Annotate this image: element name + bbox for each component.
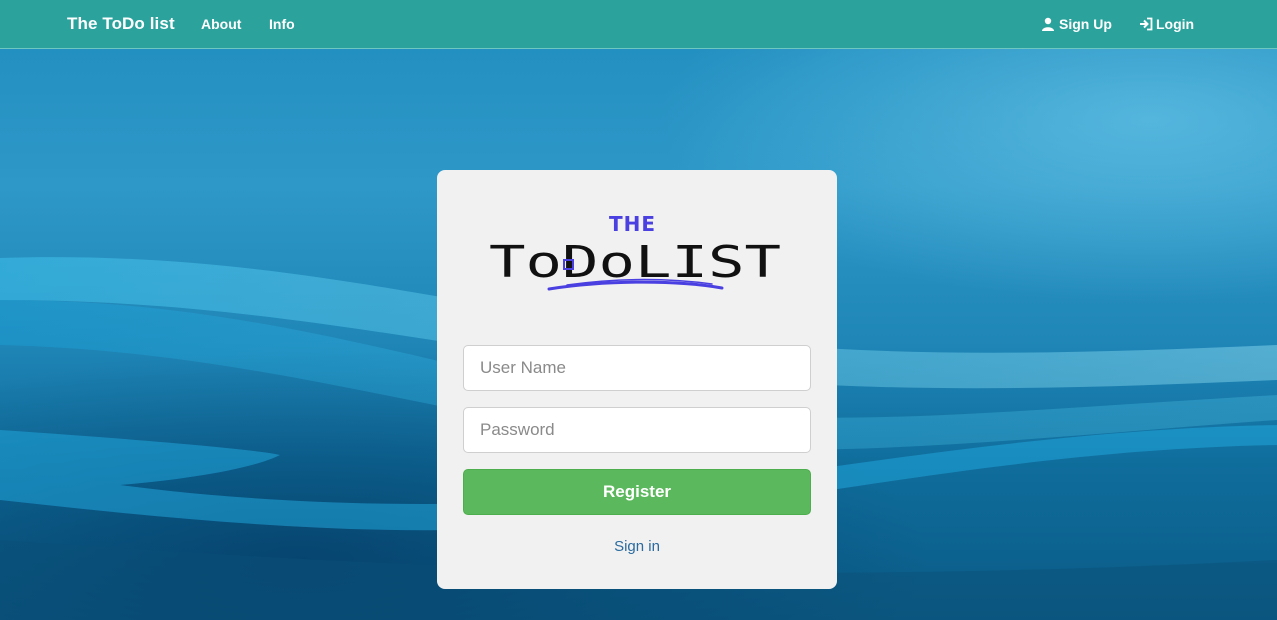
- nav-signup-link[interactable]: Sign Up: [1041, 16, 1112, 32]
- login-arrow-icon: [1140, 17, 1153, 31]
- user-icon: [1042, 17, 1054, 31]
- username-input[interactable]: [463, 345, 811, 391]
- nav-login-link[interactable]: Login: [1139, 16, 1194, 32]
- sign-in-link[interactable]: Sign in: [437, 538, 837, 555]
- top-navbar: The ToDo list About Info Sign Up Login: [0, 0, 1277, 49]
- nav-link-info[interactable]: Info: [269, 16, 295, 32]
- todo-list-logo: THE ToDoLIST: [489, 212, 781, 291]
- logo-top-word: THE: [609, 212, 656, 236]
- nav-link-about[interactable]: About: [201, 16, 241, 32]
- navbar-brand[interactable]: The ToDo list: [67, 14, 175, 34]
- signup-label: Sign Up: [1059, 16, 1112, 32]
- login-label: Login: [1156, 16, 1195, 32]
- register-button[interactable]: Register: [463, 469, 811, 515]
- password-input[interactable]: [463, 407, 811, 453]
- register-card: THE ToDoLIST Register Sign in: [437, 170, 837, 589]
